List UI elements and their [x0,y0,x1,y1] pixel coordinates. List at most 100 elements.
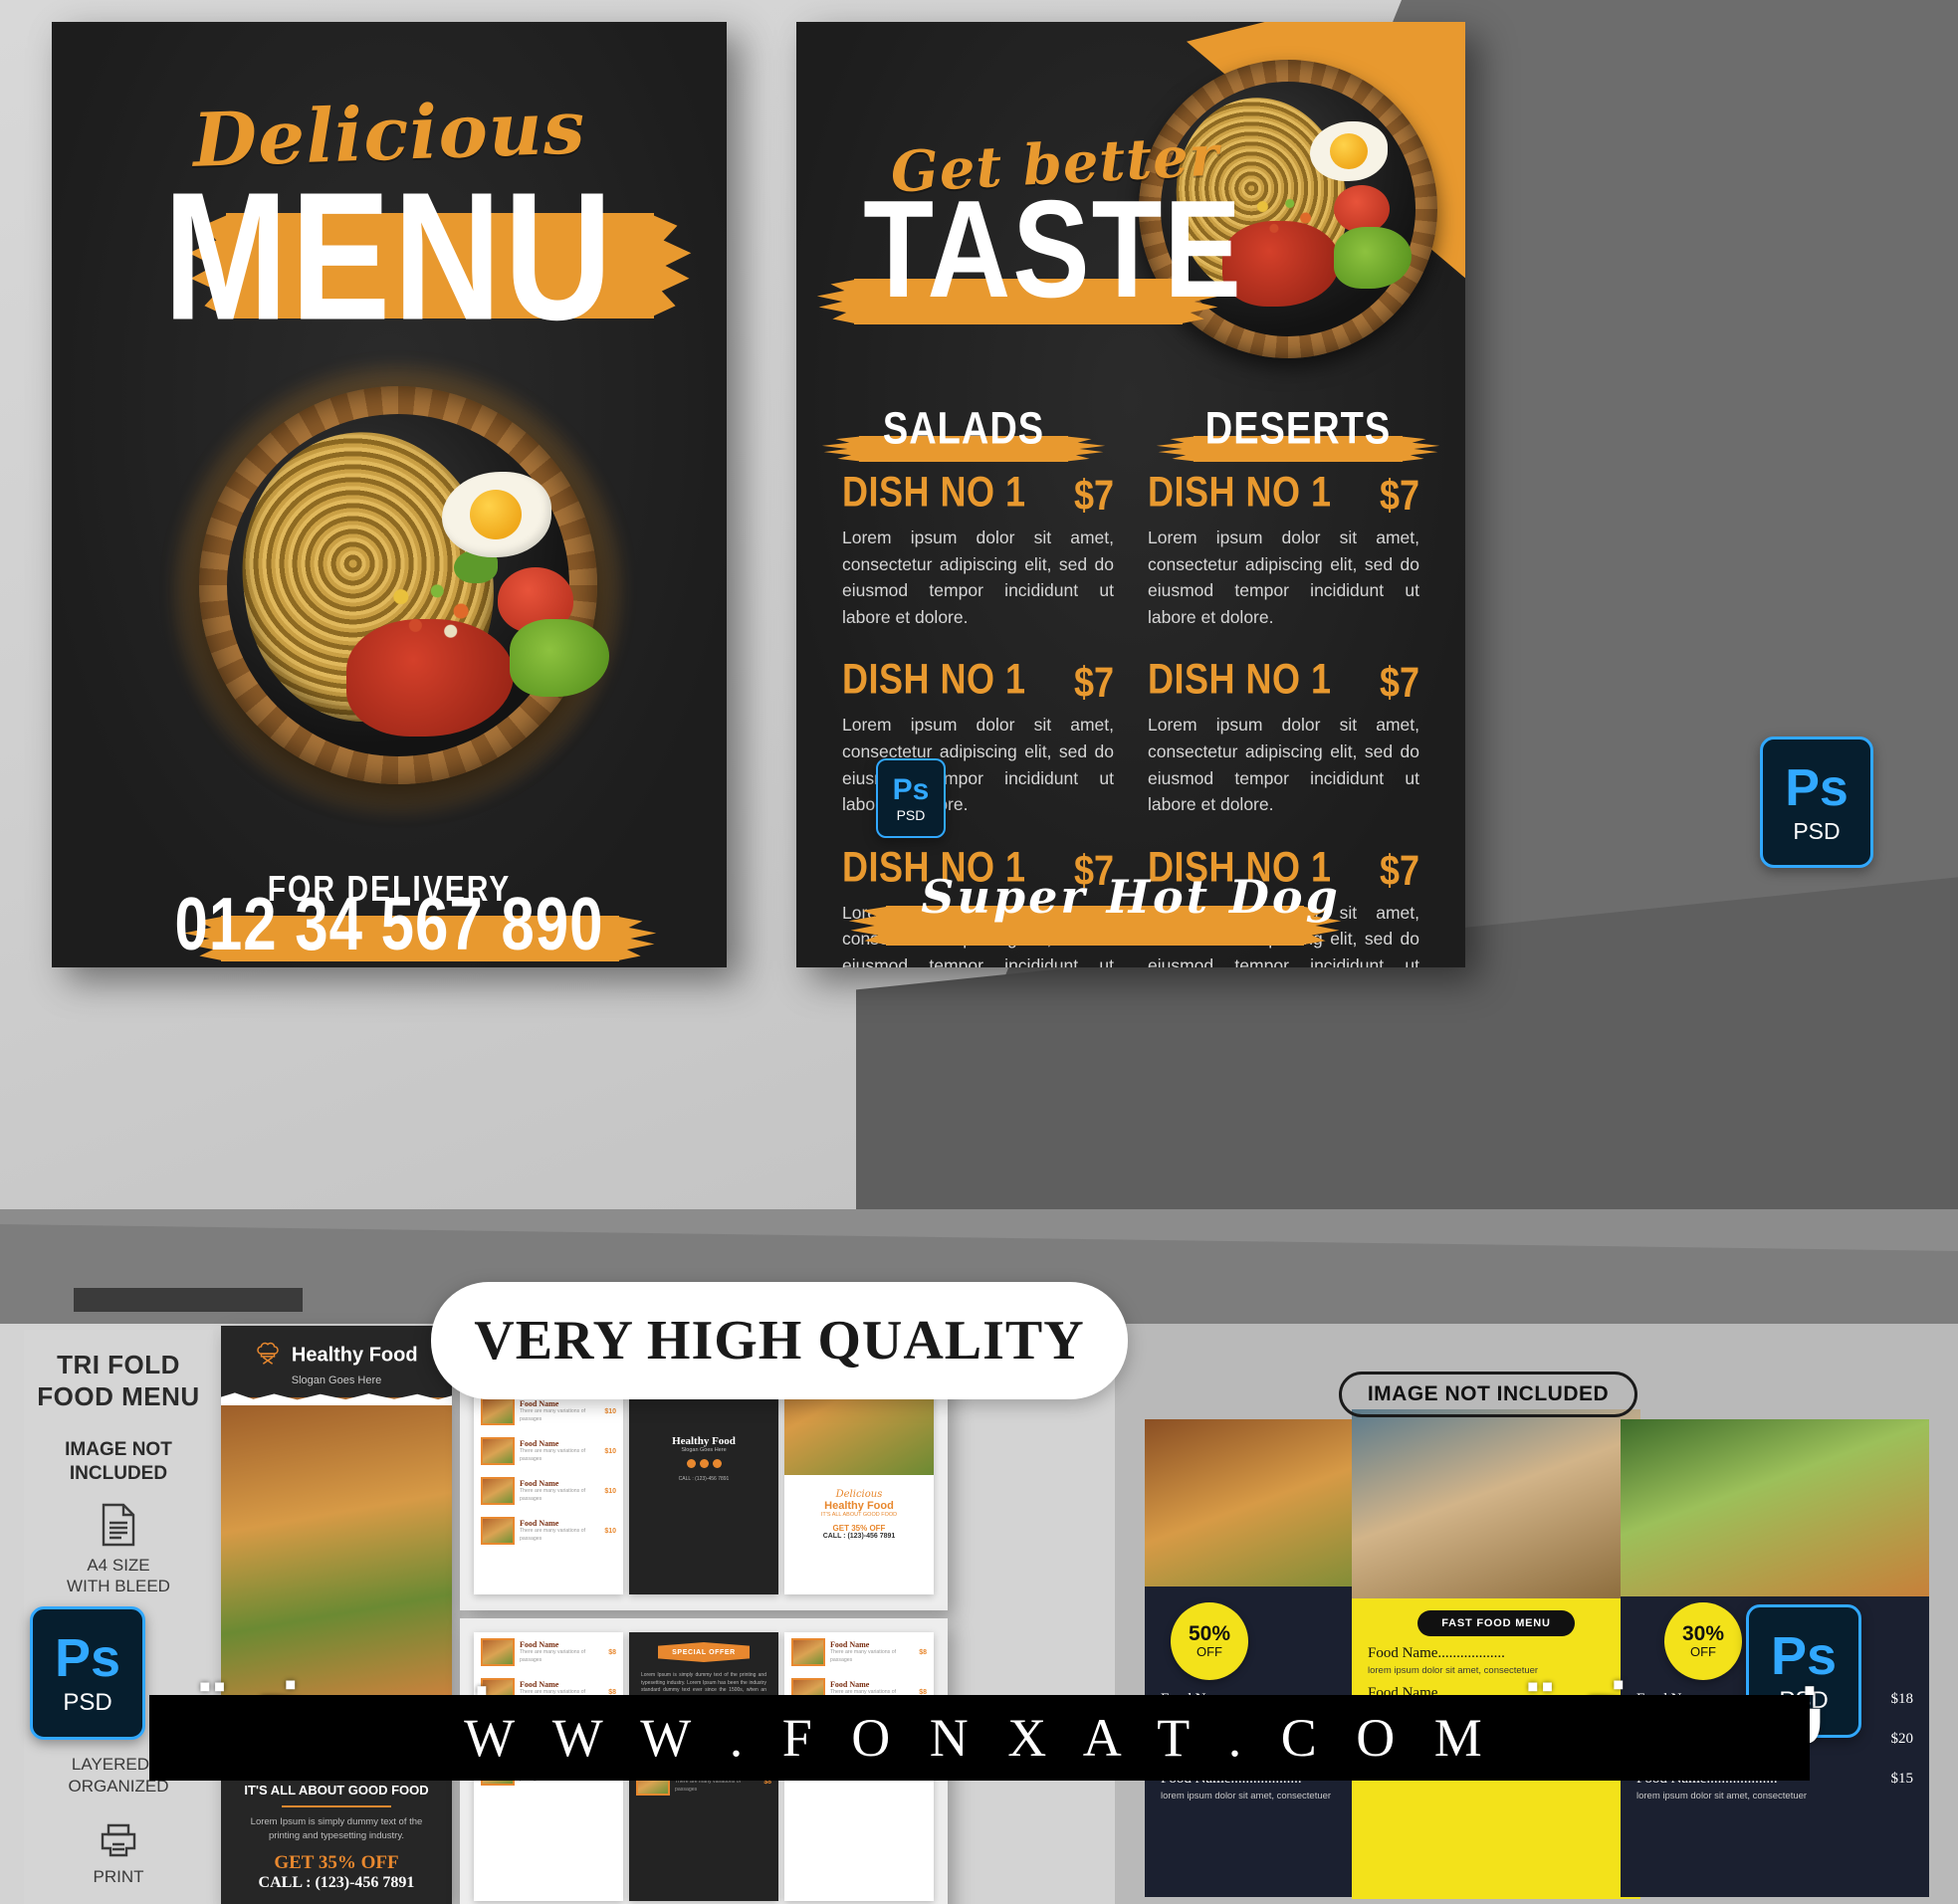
item-name: Food Name [520,1439,559,1449]
thumbnail [481,1437,515,1465]
item-desc: There are many variations of passages [520,1448,586,1462]
psd-label: PSD [63,1689,112,1716]
panel-script: Delicious [835,1489,883,1500]
item-desc: There are many variations of passages [520,1488,586,1502]
dish-name: DISH NO 1 [1148,467,1332,516]
item-name: Food Name.................. [1368,1645,1505,1661]
item-desc: There are many variations of passages [520,1528,586,1542]
quality-banner: VERY HIGH QUALITY [431,1282,1128,1399]
section-heading-label: SALADS [882,403,1045,455]
thumbnail [481,1477,515,1505]
menu-item[interactable]: DISH NO 1 $7 Lorem ipsum dolor sit amet,… [1148,467,1419,630]
psd-label: PSD [1793,817,1841,844]
item-price: $20 [1890,1731,1914,1747]
dish-description: Lorem ipsum dolor sit amet, consectetur … [1148,528,1419,627]
item-name: Food Name [520,1399,559,1409]
cover-main-title: MENU [163,153,615,358]
side-panel-notinc-line1: IMAGE NOT [65,1439,172,1461]
trifold-tagline: IT'S ALL ABOUT GOOD FOOD [244,1783,429,1798]
menu-flyer-cover[interactable]: Delicious MENU FOR DELIVERY 012 34 567 8… [52,22,727,967]
item-desc: There are many variations of passages [520,1649,586,1663]
item-price: $18 [1890,1691,1914,1707]
trifold-cover-preview[interactable]: Healthy Food Slogan Goes Here IT'S ALL A… [221,1326,452,1904]
item-name: Food Name [830,1640,870,1650]
discount-badge-left: 50% OFF [1171,1602,1248,1680]
item-price: $15 [1890,1771,1914,1787]
side-panel-notinc-line2: INCLUDED [69,1462,168,1484]
trifold-call: CALL : (123)-456 7891 [258,1873,415,1891]
side-panel-size-line1: A4 SIZE [87,1555,150,1575]
fastfood-menu-badge: FAST FOOD MENU [1417,1610,1575,1636]
dish-name: DISH NO 1 [1148,654,1332,704]
panel-call: CALL : (123)-456 7891 [822,1533,896,1540]
item-desc: There are many variations of passages [675,1779,742,1793]
photoshop-icon: Ps [892,772,930,806]
item-price: $10 [604,1487,616,1495]
document-icon [24,1503,213,1547]
psd-badge-small: Ps PSD [876,758,946,838]
item-price: $10 [604,1447,616,1455]
item-name: Food Name [830,1680,870,1690]
thumbnail [481,1517,515,1545]
item-name: Food Name [520,1680,559,1690]
delivery-phone: 012 34 567 890 [174,882,604,966]
dish-price: $7 [1073,471,1114,520]
list-item: Food Name There are many variations of p… [474,1511,623,1551]
side-panel-title-line1: TRI FOLD [57,1350,180,1379]
site-watermark-bar: W W W . F O N X A T . C O M [149,1695,1810,1781]
site-watermark-text: W W W . F O N X A T . C O M [464,1708,1495,1768]
item-name: Food Name [520,1479,559,1489]
discount-value: 50% [1188,1622,1231,1645]
item-desc: There are many variations of passages [520,1408,586,1422]
photoshop-icon: Ps [1785,758,1849,817]
side-panel-title-line2: FOOD MENU [37,1380,200,1411]
item-price: $8 [608,1648,616,1656]
menu-item[interactable]: DISH NO 1 $7 Lorem ipsum dolor sit amet,… [1148,655,1419,817]
footer-script-text: Super Hot Dog [921,870,1341,924]
side-panel-print-label: PRINT [93,1866,144,1886]
screenshot-root: Delicious MENU FOR DELIVERY 012 34 567 8… [0,0,1958,1904]
panel-slogan: Slogan Goes Here [681,1447,727,1453]
psd-badge-mid: Ps PSD [1760,737,1873,868]
dish-description: Lorem ipsum dolor sit amet, consectetur … [842,528,1114,627]
dish-name: DISH NO 1 [842,467,1026,516]
thumbnail [791,1638,825,1666]
printer-icon [24,1822,213,1858]
special-offer-badge: SPECIAL OFFER [658,1642,750,1662]
side-panel-size-line2: WITH BLEED [67,1577,170,1596]
image-not-included-badge: IMAGE NOT INCLUDED [1339,1372,1637,1417]
inside-main-title: TASTE [863,171,1243,326]
trifold-offer: GET 35% OFF [274,1851,399,1873]
item-price: $10 [604,1407,616,1415]
fastfood-photo [1352,1409,1640,1598]
trifold-brand: Healthy Food [291,1344,418,1367]
menu-item[interactable]: DISH NO 1 $7 Lorem ipsum dolor sit amet,… [842,467,1114,630]
list-item: Food Name There are many variations of p… [474,1471,623,1511]
panel-brand: Healthy Food [672,1435,736,1447]
item-name: Food Name [520,1640,559,1650]
discount-label: OFF [1197,1644,1222,1659]
panel-about: IT'S ALL ABOUT GOOD FOOD [820,1512,898,1518]
list-item: Food Name There are many variations of p… [784,1632,934,1672]
quality-banner-text: VERY HIGH QUALITY [474,1310,1085,1372]
fastfood-photo [1621,1419,1929,1596]
divider [282,1805,391,1807]
dish-name: DISH NO 1 [842,654,1026,704]
panel-offer: GET 35% OFF [832,1524,886,1533]
image-not-included-text: IMAGE NOT INCLUDED [1367,1382,1610,1405]
chef-hat-icon [255,1342,281,1373]
thumbnail [481,1397,515,1425]
list-item: Food Name There are many variations of p… [474,1431,623,1471]
panel-healthy-food: Healthy Food [824,1500,894,1512]
item-name: Food Name [520,1519,559,1529]
item-desc: lorem ipsum dolor sit amet, consectetuer [1636,1791,1808,1801]
psd-label: PSD [896,806,926,823]
dish-price: $7 [1379,471,1419,520]
trifold-lorem: Lorem Ipsum is simply dummy text of the … [250,1816,423,1842]
psd-badge-bottom-left: Ps PSD [30,1606,145,1740]
item-desc: There are many variations of passages [830,1649,897,1663]
trifold-slogan: Slogan Goes Here [291,1375,382,1386]
dish-price: $7 [1379,658,1419,707]
item-price: $10 [604,1527,616,1535]
photoshop-icon: Ps [54,1628,121,1688]
